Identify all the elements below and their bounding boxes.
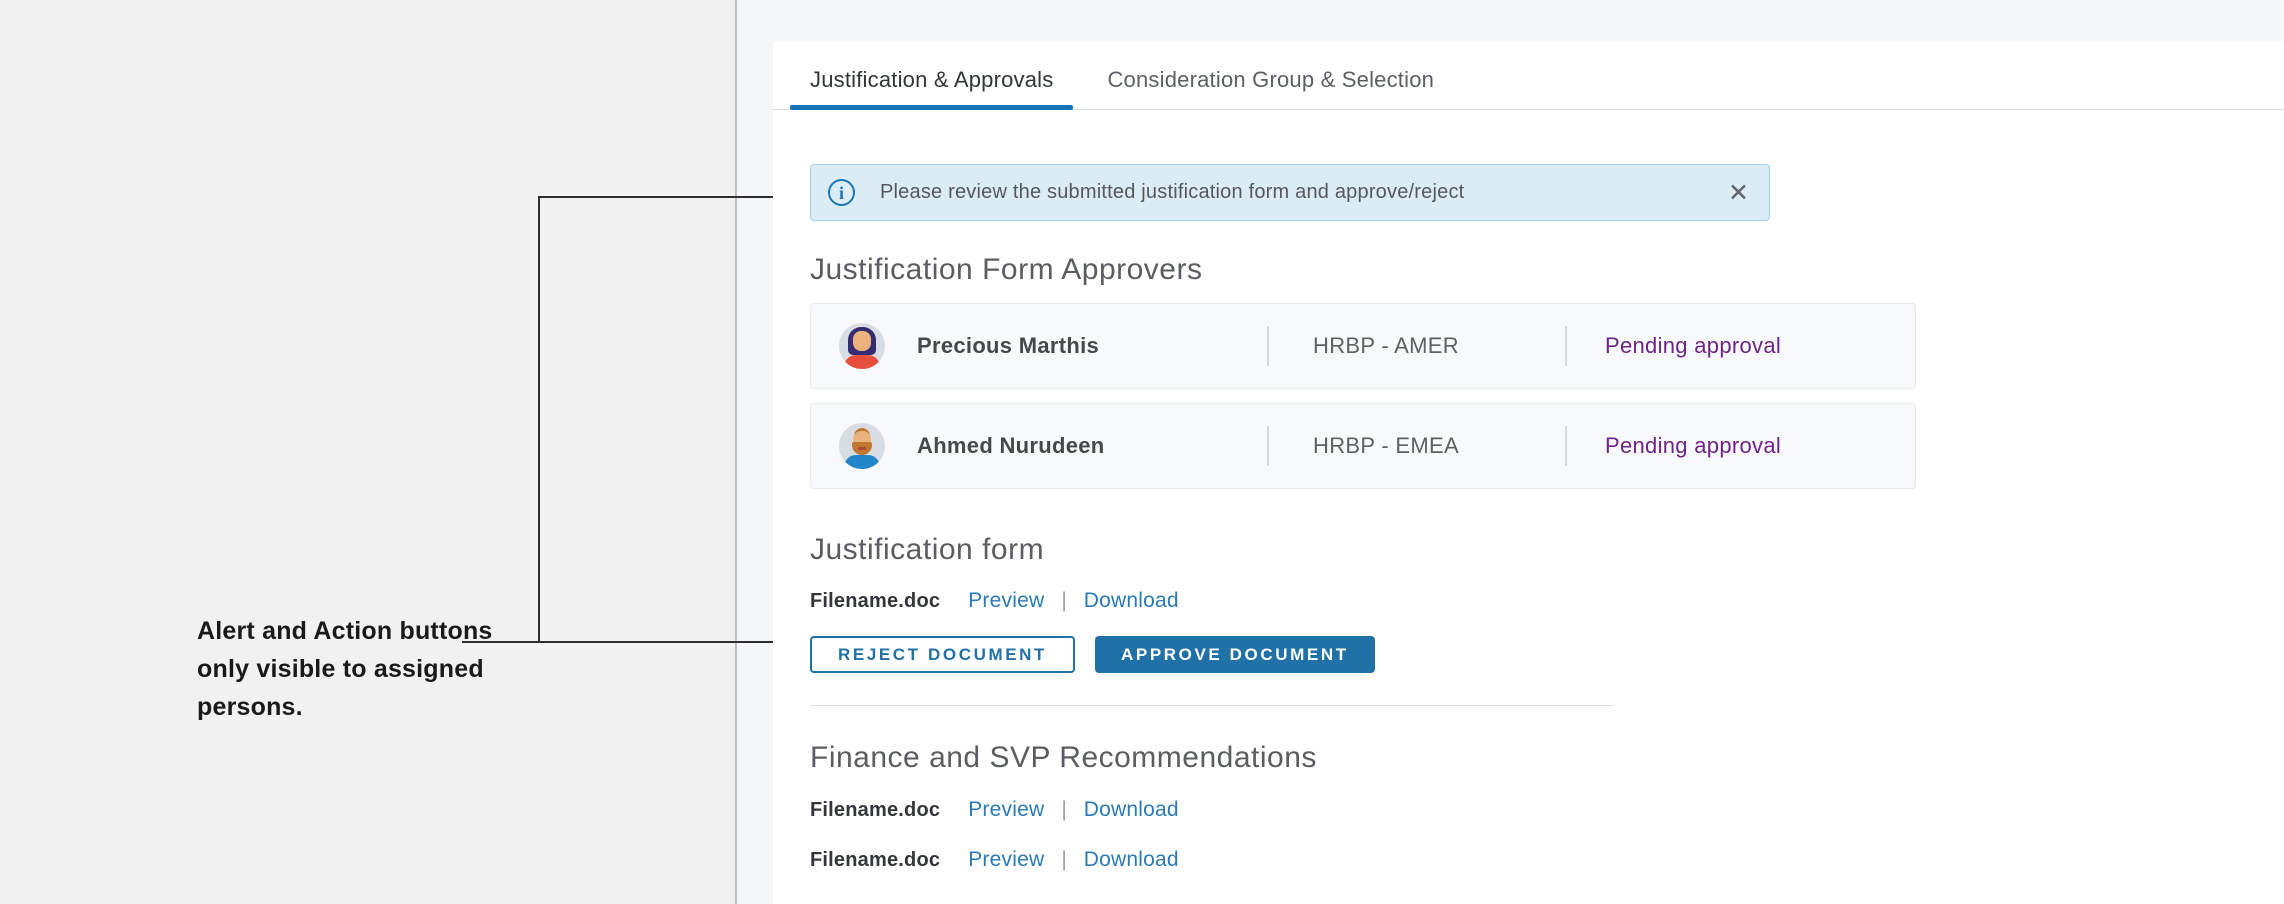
info-alert: i Please review the submitted justificat… bbox=[810, 164, 1770, 221]
annotation-line: persons. bbox=[197, 688, 493, 726]
avatar-body bbox=[844, 355, 880, 369]
annotation-line: Alert and Action buttons bbox=[197, 612, 493, 650]
avatar-precious-marthis bbox=[839, 323, 885, 369]
connector-line-to-buttons bbox=[462, 641, 796, 643]
approve-document-button[interactable]: APPROVE DOCUMENT bbox=[1095, 636, 1375, 673]
avatar-ahmed-nurudeen bbox=[839, 423, 885, 469]
finance-section-title: Finance and SVP Recommendations bbox=[810, 741, 2284, 775]
link-separator: | bbox=[1061, 589, 1066, 613]
annotation-line: only visible to assigned bbox=[197, 650, 493, 688]
tab-consideration-group-selection[interactable]: Consideration Group & Selection bbox=[1087, 67, 1454, 109]
approver-person-cell: Precious Marthis bbox=[811, 323, 1267, 369]
download-link[interactable]: Download bbox=[1084, 589, 1179, 613]
approver-row: Precious Marthis HRBP - AMER Pending app… bbox=[810, 303, 1916, 389]
approver-row: Ahmed Nurudeen HRBP - EMEA Pending appro… bbox=[810, 403, 1916, 489]
finance-file-row: Filename.doc Preview | Download bbox=[810, 798, 2284, 822]
justification-file-row: Filename.doc Preview | Download bbox=[810, 589, 2284, 613]
preview-link[interactable]: Preview bbox=[968, 589, 1044, 613]
approver-role: HRBP - EMEA bbox=[1269, 433, 1565, 459]
connector-line-vertical bbox=[538, 196, 540, 643]
approver-name: Precious Marthis bbox=[917, 333, 1099, 359]
link-separator: | bbox=[1061, 848, 1066, 872]
close-icon[interactable]: ✕ bbox=[1724, 178, 1753, 208]
alert-message: Please review the submitted justificatio… bbox=[880, 181, 1464, 204]
file-name: Filename.doc bbox=[810, 590, 940, 613]
approver-role: HRBP - AMER bbox=[1269, 333, 1565, 359]
info-icon: i bbox=[828, 179, 855, 206]
approval-status-badge: Pending approval bbox=[1567, 433, 1781, 459]
reject-document-button[interactable]: REJECT DOCUMENT bbox=[810, 636, 1075, 673]
document-action-buttons: REJECT DOCUMENT APPROVE DOCUMENT bbox=[810, 636, 2284, 673]
tab-content: i Please review the submitted justificat… bbox=[773, 164, 2284, 872]
main-panel: Justification & Approvals Consideration … bbox=[773, 41, 2284, 904]
tab-justification-approvals[interactable]: Justification & Approvals bbox=[790, 67, 1073, 109]
approver-person-cell: Ahmed Nurudeen bbox=[811, 423, 1267, 469]
avatar-mouth bbox=[858, 447, 866, 450]
approver-name: Ahmed Nurudeen bbox=[917, 433, 1105, 459]
connector-line-to-alert bbox=[538, 196, 787, 198]
avatar-body bbox=[844, 455, 880, 469]
finance-file-row: Filename.doc Preview | Download bbox=[810, 848, 2284, 872]
annotation-note: Alert and Action buttons only visible to… bbox=[197, 612, 493, 726]
link-separator: | bbox=[1061, 798, 1066, 822]
spec-gray-panel bbox=[0, 0, 737, 904]
approval-status-badge: Pending approval bbox=[1567, 333, 1781, 359]
preview-link[interactable]: Preview bbox=[968, 798, 1044, 822]
download-link[interactable]: Download bbox=[1084, 798, 1179, 822]
section-divider bbox=[810, 705, 1613, 706]
approvers-section-title: Justification Form Approvers bbox=[810, 253, 2284, 287]
avatar-face bbox=[853, 331, 871, 351]
preview-link[interactable]: Preview bbox=[968, 848, 1044, 872]
tab-bar: Justification & Approvals Consideration … bbox=[773, 41, 2284, 110]
download-link[interactable]: Download bbox=[1084, 848, 1179, 872]
justification-form-title: Justification form bbox=[810, 533, 2284, 567]
file-name: Filename.doc bbox=[810, 849, 940, 872]
file-name: Filename.doc bbox=[810, 799, 940, 822]
